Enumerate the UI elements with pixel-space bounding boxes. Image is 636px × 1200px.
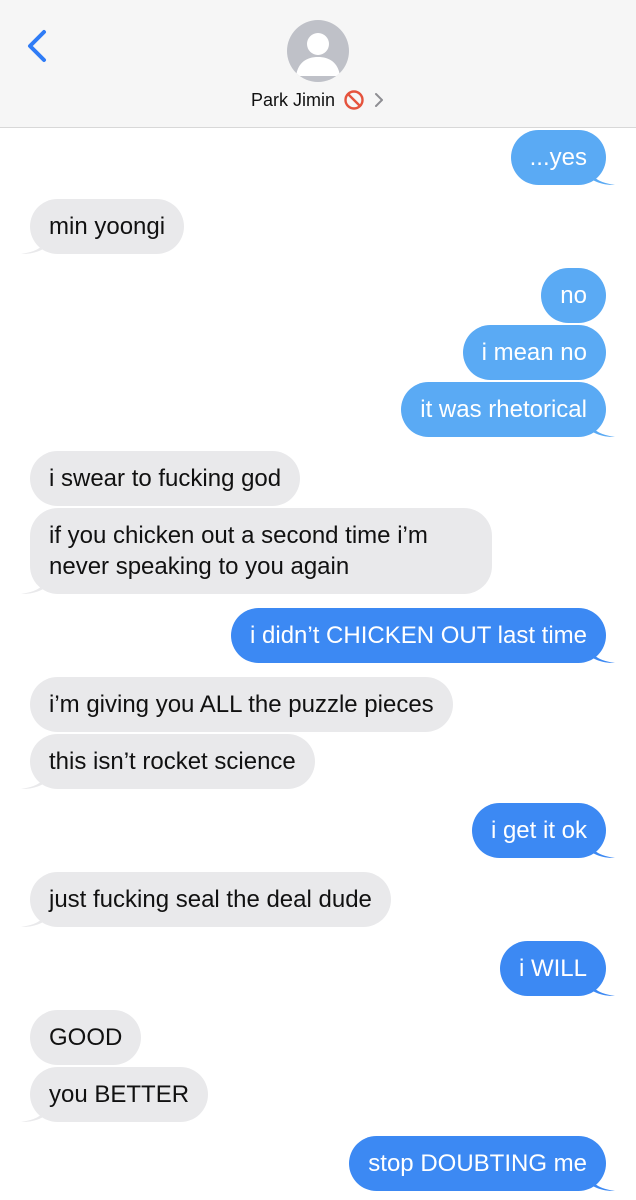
- message-text: i swear to fucking god: [49, 465, 282, 492]
- message-bubble-outgoing[interactable]: ...yes: [510, 130, 615, 185]
- message-text: it was rhetorical: [420, 396, 587, 423]
- message-bubble-outgoing[interactable]: i get it ok: [471, 803, 615, 858]
- bubble-tail: [589, 1169, 615, 1191]
- message-bubble-outgoing[interactable]: i didn’t CHICKEN OUT last time: [231, 608, 615, 663]
- message-text: i’m giving you ALL the puzzle pieces: [49, 691, 434, 718]
- bubble-tail: [589, 836, 615, 858]
- message-text: just fucking seal the deal dude: [49, 886, 372, 913]
- bubble-tail: [21, 232, 47, 254]
- message-text: stop DOUBTING me: [368, 1150, 587, 1177]
- message-bubble-incoming[interactable]: just fucking seal the deal dude: [21, 872, 391, 927]
- bubble-tail: [21, 905, 47, 927]
- message-thread: ...yes min yoongi no i mean no it was rh…: [0, 128, 636, 1200]
- chevron-right-icon: [375, 93, 383, 107]
- person-silhouette-icon: [296, 33, 340, 76]
- bubble-tail: [21, 572, 47, 594]
- message-bubble-outgoing[interactable]: no: [541, 268, 606, 323]
- blocked-icon: [344, 90, 364, 110]
- message-text: min yoongi: [49, 213, 166, 240]
- message-bubble-incoming[interactable]: i’m giving you ALL the puzzle pieces: [30, 677, 453, 732]
- message-text: i didn’t CHICKEN OUT last time: [250, 622, 587, 649]
- message-text: ...yes: [529, 144, 587, 171]
- message-text: no: [560, 282, 587, 309]
- message-bubble-outgoing[interactable]: i WILL: [499, 941, 615, 996]
- contact-name: Park Jimin: [250, 89, 335, 110]
- message-bubble-outgoing[interactable]: it was rhetorical: [401, 382, 615, 437]
- bubble-tail: [589, 163, 615, 185]
- message-bubble-incoming[interactable]: i swear to fucking god: [30, 451, 301, 506]
- message-text: i get it ok: [490, 817, 587, 844]
- chevron-left-icon: [28, 30, 46, 62]
- message-text: this isn’t rocket science: [49, 748, 296, 775]
- contact-info-button[interactable]: Park Jimin: [0, 86, 636, 114]
- bubble-tail: [589, 641, 615, 663]
- message-text: GOOD: [49, 1024, 123, 1051]
- bubble-tail: [21, 1100, 47, 1122]
- message-bubble-outgoing[interactable]: i mean no: [462, 325, 606, 380]
- message-text: you BETTER: [49, 1081, 190, 1108]
- message-bubble-outgoing[interactable]: stop DOUBTING me: [349, 1136, 615, 1191]
- back-button[interactable]: [22, 26, 52, 66]
- conversation-header: Park Jimin: [0, 0, 636, 128]
- message-text: if you chicken out a second time i’m nev…: [49, 522, 428, 580]
- message-text: i mean no: [481, 339, 587, 366]
- avatar[interactable]: [287, 20, 349, 82]
- message-text: i WILL: [518, 955, 587, 982]
- bubble-tail: [589, 974, 615, 996]
- message-bubble-incoming[interactable]: you BETTER: [21, 1067, 209, 1122]
- message-bubble-incoming[interactable]: GOOD: [30, 1010, 142, 1065]
- bubble-tail: [589, 415, 615, 437]
- message-bubble-incoming[interactable]: min yoongi: [21, 199, 185, 254]
- message-bubble-incoming[interactable]: if you chicken out a second time i’m nev…: [21, 508, 492, 594]
- message-bubble-incoming[interactable]: this isn’t rocket science: [21, 734, 315, 789]
- bubble-tail: [21, 767, 47, 789]
